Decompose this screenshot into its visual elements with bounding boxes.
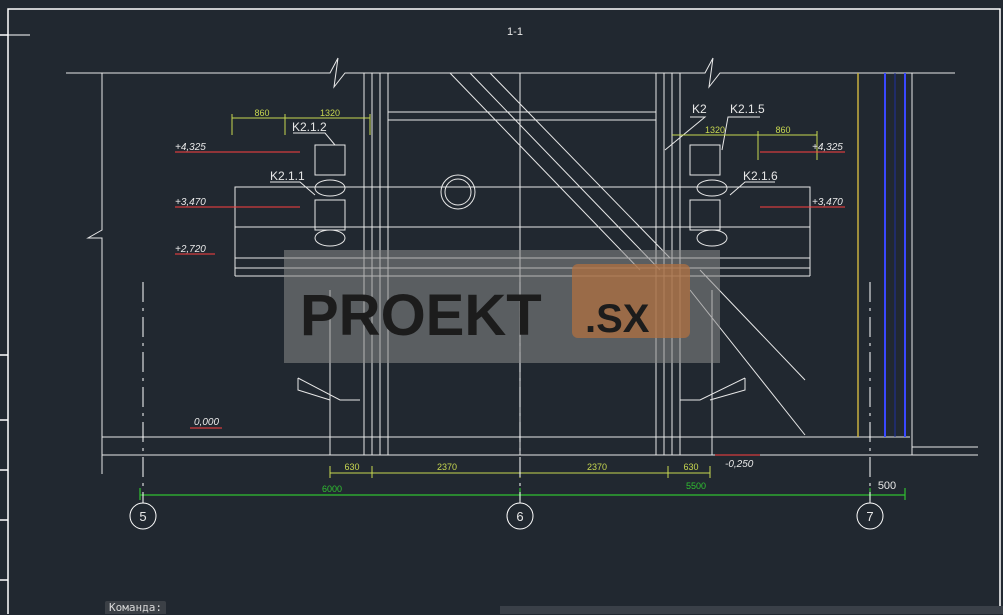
elev-left-3470: +3,470 — [175, 197, 206, 208]
section-title: 1-1 — [507, 26, 523, 38]
dim-1320-left: 1320 — [320, 108, 340, 118]
elev-right-minus-0250: -0,250 — [725, 459, 754, 470]
label-k2-1-5: K2.1.5 — [730, 102, 765, 116]
dim-1320-right: 1320 — [705, 125, 725, 135]
dim-2370-right: 2370 — [587, 462, 607, 472]
dim-500: 500 — [878, 480, 896, 492]
dim-860-left: 860 — [254, 108, 269, 118]
watermark: PROEKT .SX — [284, 250, 720, 363]
elev-right-4325: +4,325 — [812, 142, 843, 153]
dim-6000: 6000 — [322, 484, 342, 494]
dim-2370-left: 2370 — [437, 462, 457, 472]
elev-left-4325: +4,325 — [175, 142, 206, 153]
watermark-text-left: PROEKT — [300, 283, 542, 348]
dim-860-right: 860 — [775, 125, 790, 135]
watermark-text-right: .SX — [585, 297, 650, 341]
command-line-bar[interactable] — [500, 606, 1003, 614]
label-k2-1-1: K2.1.1 — [270, 169, 305, 183]
label-k2: K2 — [692, 102, 707, 116]
axis-label-5: 5 — [139, 509, 146, 524]
elev-left-0000: 0,000 — [194, 417, 219, 428]
label-k2-1-6: K2.1.6 — [743, 169, 778, 183]
axis-label-6: 6 — [516, 509, 523, 524]
axis-label-7: 7 — [866, 509, 873, 524]
label-k2-1-2: K2.1.2 — [292, 120, 327, 134]
elev-right-3470: +3,470 — [812, 197, 843, 208]
dim-5500: 5500 — [686, 481, 706, 491]
elev-left-2720: +2,720 — [175, 244, 206, 255]
dim-630-left: 630 — [344, 462, 359, 472]
dim-630-right: 630 — [683, 462, 698, 472]
command-line-label: Команда: — [105, 601, 166, 614]
drawing-canvas[interactable]: 1-1 5 6 7 K2.1.2 K2.1.1 K2 K2.1.5 K2.1.6… — [0, 0, 1003, 614]
